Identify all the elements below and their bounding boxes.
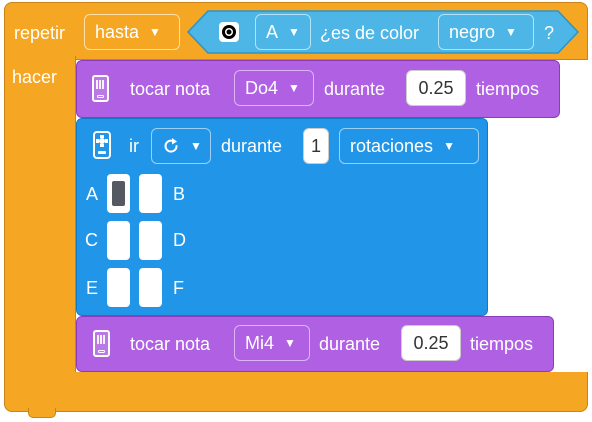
play-note-label: tocar nota [130,334,211,354]
during-label: durante [324,79,386,99]
note-value: Do4 [245,77,279,98]
chevron-down-icon: ▼ [149,25,161,39]
hub-icon [92,75,109,102]
go-label: ir [129,136,139,156]
note-value: Mi4 [245,332,275,353]
port-label-e: E [86,278,99,298]
sensor-port-value: A [266,21,279,42]
port-label-b: B [173,184,186,204]
hub-icon [93,330,110,357]
unit-value: rotaciones [350,135,434,156]
repeat-block-footer[interactable] [4,372,588,412]
port-label-d: D [173,230,186,250]
rotate-clockwise-icon [164,138,178,153]
port-d-toggle[interactable] [139,221,162,260]
port-a-toggle[interactable] [107,174,130,213]
beats-unit-label: tiempos [476,79,540,99]
note-dropdown[interactable]: Mi4 ▼ [234,325,310,361]
color-sensor-icon [219,22,239,42]
color-dropdown[interactable]: negro ▼ [438,14,534,50]
beats-input[interactable]: 0.25 [406,70,466,106]
port-e-toggle[interactable] [107,268,130,307]
play-note-label: tocar nota [130,79,211,99]
condition-question-mark: ? [544,23,555,43]
chevron-down-icon: ▼ [190,139,202,153]
port-c-toggle[interactable] [107,221,130,260]
repeat-label: repetir [14,23,66,43]
beats-input[interactable]: 0.25 [401,325,461,361]
chevron-down-icon: ▼ [284,336,296,350]
move-during-label: durante [221,136,283,156]
port-b-toggle[interactable] [139,174,162,213]
chevron-down-icon: ▼ [288,25,300,39]
rotation-amount-input[interactable]: 1 [303,128,329,164]
beats-unit-label: tiempos [470,334,534,354]
repeat-mode-value: hasta [95,21,140,42]
during-label: durante [319,334,381,354]
port-label-f: F [173,278,184,298]
repeat-block-bottom-notch [28,408,56,418]
note-dropdown[interactable]: Do4 ▼ [234,70,314,106]
unit-dropdown[interactable]: rotaciones ▼ [339,128,479,164]
condition-question-text: ¿es de color [320,23,420,43]
color-value: negro [449,21,496,42]
chevron-down-icon: ▼ [505,25,517,39]
remote-motor-icon [93,131,111,159]
port-label-a: A [86,184,99,204]
repeat-block-arm[interactable] [4,56,76,376]
sensor-port-dropdown[interactable]: A ▼ [255,14,311,50]
chevron-down-icon: ▼ [443,139,455,153]
port-f-toggle[interactable] [139,268,162,307]
chevron-down-icon: ▼ [288,81,300,95]
port-label-c: C [85,230,98,250]
do-label: hacer [12,67,58,87]
repeat-mode-dropdown[interactable]: hasta ▼ [84,14,180,50]
direction-dropdown[interactable]: ▼ [151,128,211,164]
